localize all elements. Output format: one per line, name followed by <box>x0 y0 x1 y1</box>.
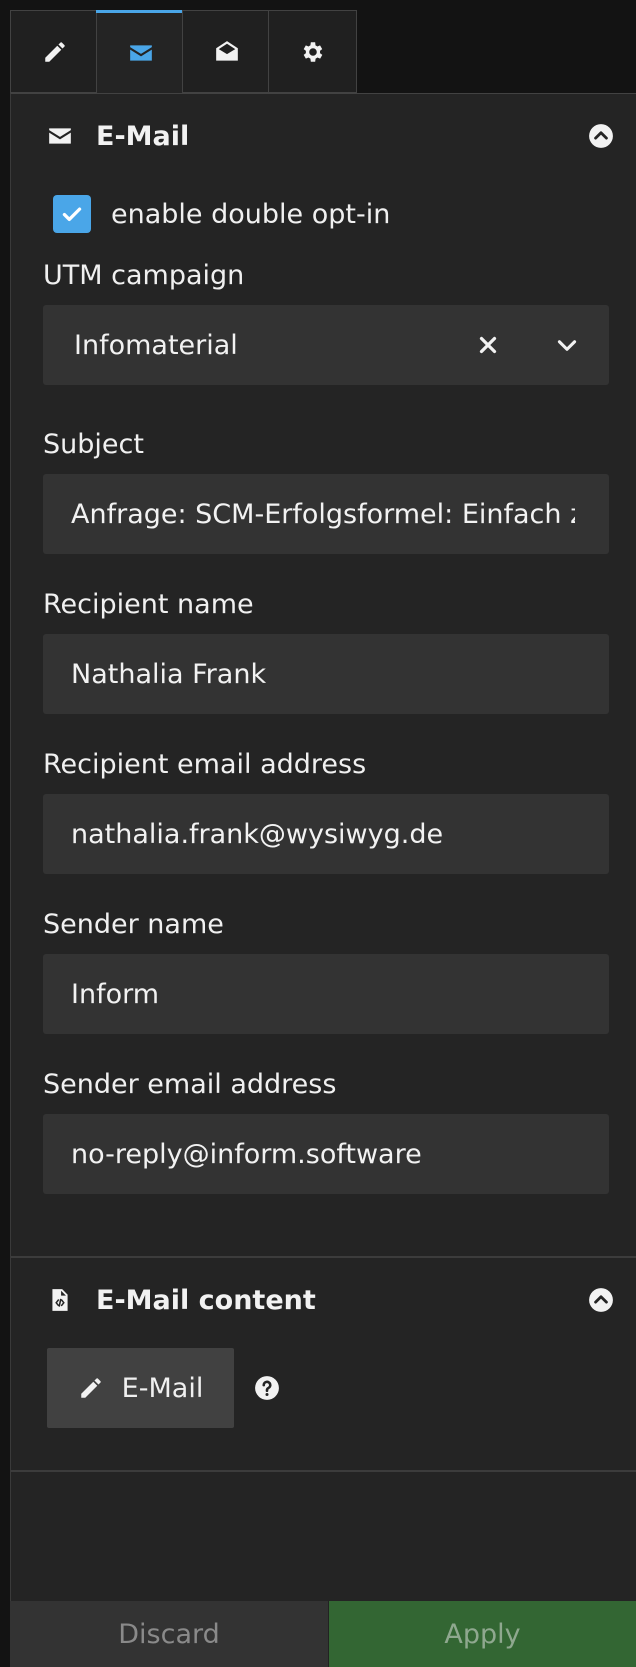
collapse-icon[interactable] <box>588 123 614 149</box>
envelope-icon <box>129 44 152 61</box>
email-content-section-header[interactable]: E-Mail content <box>11 1270 636 1330</box>
envelope-icon <box>49 128 71 144</box>
sender-email-label: Sender email address <box>43 1069 337 1100</box>
recipient-email-value: nathalia.frank@wysiwyg.de <box>71 818 444 850</box>
recipient-name-value: Nathalia Frank <box>71 658 267 690</box>
chevron-down-icon[interactable] <box>554 332 580 358</box>
sender-name-value: Inform <box>71 978 160 1010</box>
subject-input[interactable]: Anfrage: SCM-Erfolgsformel: Einfach zu <box>43 474 609 554</box>
envelope-open-icon <box>215 40 238 61</box>
email-content-section-title: E-Mail content <box>96 1284 316 1316</box>
collapse-icon[interactable] <box>588 1287 614 1313</box>
utm-campaign-label: UTM campaign <box>43 260 245 291</box>
subject-label: Subject <box>43 429 144 460</box>
section-divider <box>11 1256 636 1258</box>
recipient-email-label: Recipient email address <box>43 749 367 780</box>
properties-panel: E-Mail enable double opt-in UTM campaign… <box>10 93 636 1667</box>
section-divider <box>11 1470 636 1472</box>
utm-campaign-value: Infomaterial <box>74 329 238 361</box>
discard-button[interactable]: Discard <box>10 1601 329 1667</box>
tab-email-open[interactable] <box>182 10 271 93</box>
recipient-name-label: Recipient name <box>43 589 254 620</box>
double-opt-in-checkbox[interactable] <box>53 195 91 233</box>
edit-email-button[interactable]: E-Mail <box>47 1348 234 1428</box>
sender-name-label: Sender name <box>43 909 224 940</box>
tab-edit[interactable] <box>10 10 99 93</box>
gear-icon <box>303 41 322 62</box>
clear-icon[interactable] <box>475 332 501 358</box>
subject-value: Anfrage: SCM-Erfolgsformel: Einfach zu <box>71 498 575 530</box>
edit-email-button-label: E-Mail <box>121 1372 204 1404</box>
double-opt-in-label: enable double opt-in <box>111 198 391 230</box>
pencil-icon <box>44 41 65 62</box>
tab-bar <box>10 10 630 94</box>
double-opt-in-row: enable double opt-in <box>53 194 390 234</box>
recipient-name-input[interactable]: Nathalia Frank <box>43 634 609 714</box>
help-icon[interactable] <box>254 1375 280 1401</box>
tab-settings[interactable] <box>268 10 357 93</box>
utm-campaign-select[interactable]: Infomaterial <box>43 305 609 385</box>
footer-actions: Discard Apply <box>10 1601 636 1667</box>
sender-name-input[interactable]: Inform <box>43 954 609 1034</box>
email-section-title: E-Mail <box>96 120 190 152</box>
file-code-icon <box>52 1289 68 1311</box>
tab-email[interactable] <box>96 10 185 94</box>
recipient-email-input[interactable]: nathalia.frank@wysiwyg.de <box>43 794 609 874</box>
email-section-header[interactable]: E-Mail <box>11 106 636 166</box>
apply-button[interactable]: Apply <box>329 1601 636 1667</box>
pencil-icon <box>80 1378 101 1398</box>
sender-email-input[interactable]: no-reply@inform.software <box>43 1114 609 1194</box>
checkmark-icon <box>62 207 82 222</box>
sender-email-value: no-reply@inform.software <box>71 1138 422 1170</box>
